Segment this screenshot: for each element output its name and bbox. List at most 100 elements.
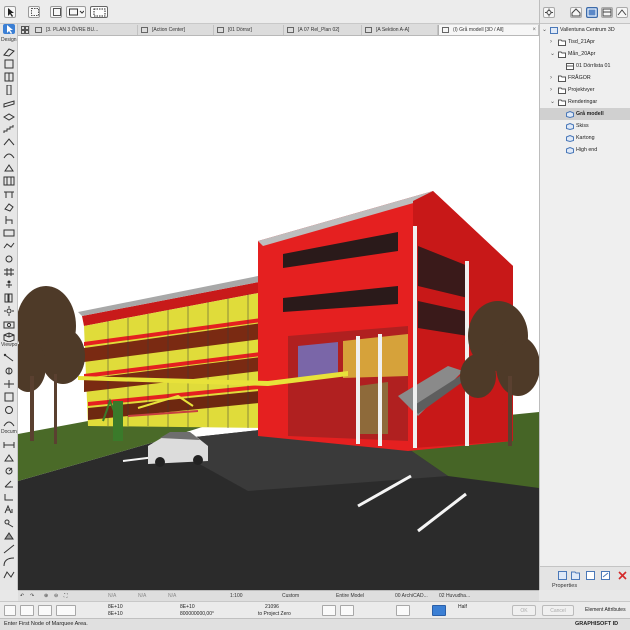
door-tool[interactable] bbox=[3, 59, 15, 69]
marquee-rotated-button[interactable] bbox=[50, 6, 62, 18]
chevron-down-icon[interactable]: ⌄ bbox=[550, 48, 555, 60]
dimension-dropdown[interactable]: 02 Huvudha... bbox=[439, 591, 470, 601]
half-dropdown[interactable]: Half bbox=[458, 604, 467, 610]
model-view-dropdown[interactable]: Entire Model bbox=[336, 591, 364, 601]
ok-button[interactable]: OK bbox=[512, 605, 536, 616]
project-map-button[interactable] bbox=[570, 7, 582, 18]
dimension-tool[interactable] bbox=[3, 440, 15, 450]
clone-view-icon[interactable] bbox=[586, 571, 595, 580]
field-value-2[interactable]: 8E+10 bbox=[108, 611, 123, 617]
redo-icon[interactable]: ↷ bbox=[30, 591, 34, 601]
tab-plan-3[interactable]: [3. PLAN 3 ÖVRE BU... bbox=[32, 25, 138, 35]
level-dimension-tool[interactable] bbox=[3, 453, 15, 463]
undo-icon[interactable]: ↶ bbox=[20, 591, 24, 601]
properties-label[interactable]: Properties bbox=[552, 583, 577, 589]
pointer-tool-button[interactable] bbox=[4, 6, 16, 18]
view-map-button[interactable] bbox=[586, 7, 598, 18]
tab-rel-plan[interactable]: [A 07 Rel_Plan 02] bbox=[284, 25, 362, 35]
column-tool[interactable] bbox=[3, 85, 15, 95]
chevron-right-icon[interactable]: › bbox=[550, 36, 552, 48]
pen-set-dropdown[interactable]: 00 ArchiCAD... bbox=[395, 591, 428, 601]
navigator-settings-button[interactable] bbox=[543, 7, 555, 18]
walk-mode-button[interactable] bbox=[396, 605, 410, 616]
field-value-5[interactable]: 21096 bbox=[265, 604, 279, 610]
view-cone-button[interactable] bbox=[322, 605, 336, 616]
mesh-tool[interactable] bbox=[3, 241, 15, 251]
sun-tool[interactable] bbox=[3, 306, 15, 316]
view-settings-icon[interactable] bbox=[601, 571, 610, 580]
railing-tool[interactable] bbox=[3, 189, 15, 199]
library-tool[interactable] bbox=[3, 293, 15, 303]
fill-tool[interactable] bbox=[3, 531, 15, 541]
publisher-sets-button[interactable] bbox=[616, 7, 628, 18]
stair-tool[interactable] bbox=[3, 124, 15, 134]
geometry-method-button[interactable] bbox=[20, 605, 34, 616]
camera-tool[interactable] bbox=[3, 319, 15, 329]
tab-action-center[interactable]: [Action Center] bbox=[138, 25, 214, 35]
lamp-tool[interactable] bbox=[3, 254, 15, 264]
chevron-down-icon[interactable]: ⌄ bbox=[550, 96, 555, 108]
slab-tool[interactable] bbox=[3, 111, 15, 121]
line-type-button[interactable] bbox=[432, 605, 446, 616]
line-tool[interactable] bbox=[3, 544, 15, 554]
roof-tool[interactable] bbox=[3, 137, 15, 147]
tree-item-view[interactable]: 01 Dörrlista 01 bbox=[540, 60, 630, 72]
layout-book-button[interactable] bbox=[601, 7, 613, 18]
beam-tool[interactable] bbox=[3, 98, 15, 108]
marquee-button[interactable] bbox=[28, 6, 40, 18]
new-view-icon[interactable] bbox=[558, 571, 567, 580]
detail-tool[interactable] bbox=[3, 405, 15, 415]
tree-item-3d-view[interactable]: Skiss bbox=[540, 120, 630, 132]
skylight-tool[interactable] bbox=[3, 163, 15, 173]
arc-tool[interactable] bbox=[3, 557, 15, 567]
worksheet-tool[interactable] bbox=[3, 392, 15, 402]
morph-tool[interactable] bbox=[3, 202, 15, 212]
rotation-button[interactable] bbox=[38, 605, 52, 616]
window-tool[interactable] bbox=[3, 72, 15, 82]
layer-combination-dropdown[interactable]: Custom bbox=[282, 591, 299, 601]
marquee-selected-button[interactable] bbox=[90, 6, 108, 18]
tab-dorrar[interactable]: [01 Dörrar] bbox=[214, 25, 284, 35]
polyline-tool[interactable] bbox=[3, 570, 15, 580]
field-value-1[interactable]: 8E+10 bbox=[108, 604, 123, 610]
curtain-wall-tool[interactable] bbox=[3, 176, 15, 186]
elevation-tool[interactable] bbox=[3, 366, 15, 376]
select-all-button[interactable] bbox=[4, 605, 16, 616]
elevation-dimension-tool[interactable] bbox=[3, 492, 15, 502]
shell-tool[interactable] bbox=[3, 150, 15, 160]
wall-tool[interactable] bbox=[3, 47, 15, 57]
arrow-nav-button[interactable] bbox=[56, 605, 76, 616]
field-value-4[interactable]: 800000000,00° bbox=[180, 611, 214, 617]
close-tab-icon[interactable]: × bbox=[532, 25, 536, 35]
text-tool[interactable] bbox=[3, 505, 15, 515]
person-tool[interactable] bbox=[3, 280, 15, 290]
chevron-down-icon[interactable]: ⌄ bbox=[542, 24, 547, 36]
selection-shape-dropdown[interactable] bbox=[66, 6, 86, 18]
section-tool[interactable] bbox=[3, 353, 15, 363]
3d-viewport[interactable] bbox=[18, 36, 539, 591]
zoom-out-icon[interactable]: ⊖ bbox=[54, 591, 58, 601]
change-tool[interactable] bbox=[3, 418, 15, 428]
tree-item-folder[interactable]: › FRÅGOR bbox=[540, 72, 630, 84]
radial-dimension-tool[interactable] bbox=[3, 466, 15, 476]
tab-3d-model[interactable]: (I) Grå modell [3D / All] × bbox=[438, 25, 539, 35]
new-folder-icon[interactable] bbox=[571, 571, 580, 580]
fit-window-icon[interactable]: ⛶ bbox=[64, 591, 68, 601]
interior-elevation-tool[interactable] bbox=[3, 379, 15, 389]
scale-dropdown[interactable]: 1:100 bbox=[230, 591, 243, 601]
tab-sektion[interactable]: [A Sektion A-A] bbox=[362, 25, 438, 35]
arrow-tool[interactable] bbox=[3, 24, 15, 34]
tab-overview-button[interactable] bbox=[20, 25, 30, 35]
zone-tool[interactable] bbox=[3, 228, 15, 238]
chevron-right-icon[interactable]: › bbox=[550, 84, 552, 96]
focus-button[interactable] bbox=[340, 605, 354, 616]
label-tool[interactable] bbox=[3, 518, 15, 528]
tree-root[interactable]: ⌄ Vallentuna Centrum 3D bbox=[540, 24, 630, 36]
element-attributes-label[interactable]: Element Attributes bbox=[585, 607, 626, 613]
tree-item-folder[interactable]: › Projektvyer bbox=[540, 84, 630, 96]
tree-item-3d-view[interactable]: Kartong bbox=[540, 132, 630, 144]
zoom-in-icon[interactable]: ⊕ bbox=[44, 591, 48, 601]
chevron-right-icon[interactable]: › bbox=[550, 72, 552, 84]
cube-tool[interactable] bbox=[3, 332, 15, 342]
field-value-3[interactable]: 8E+10 bbox=[180, 604, 195, 610]
